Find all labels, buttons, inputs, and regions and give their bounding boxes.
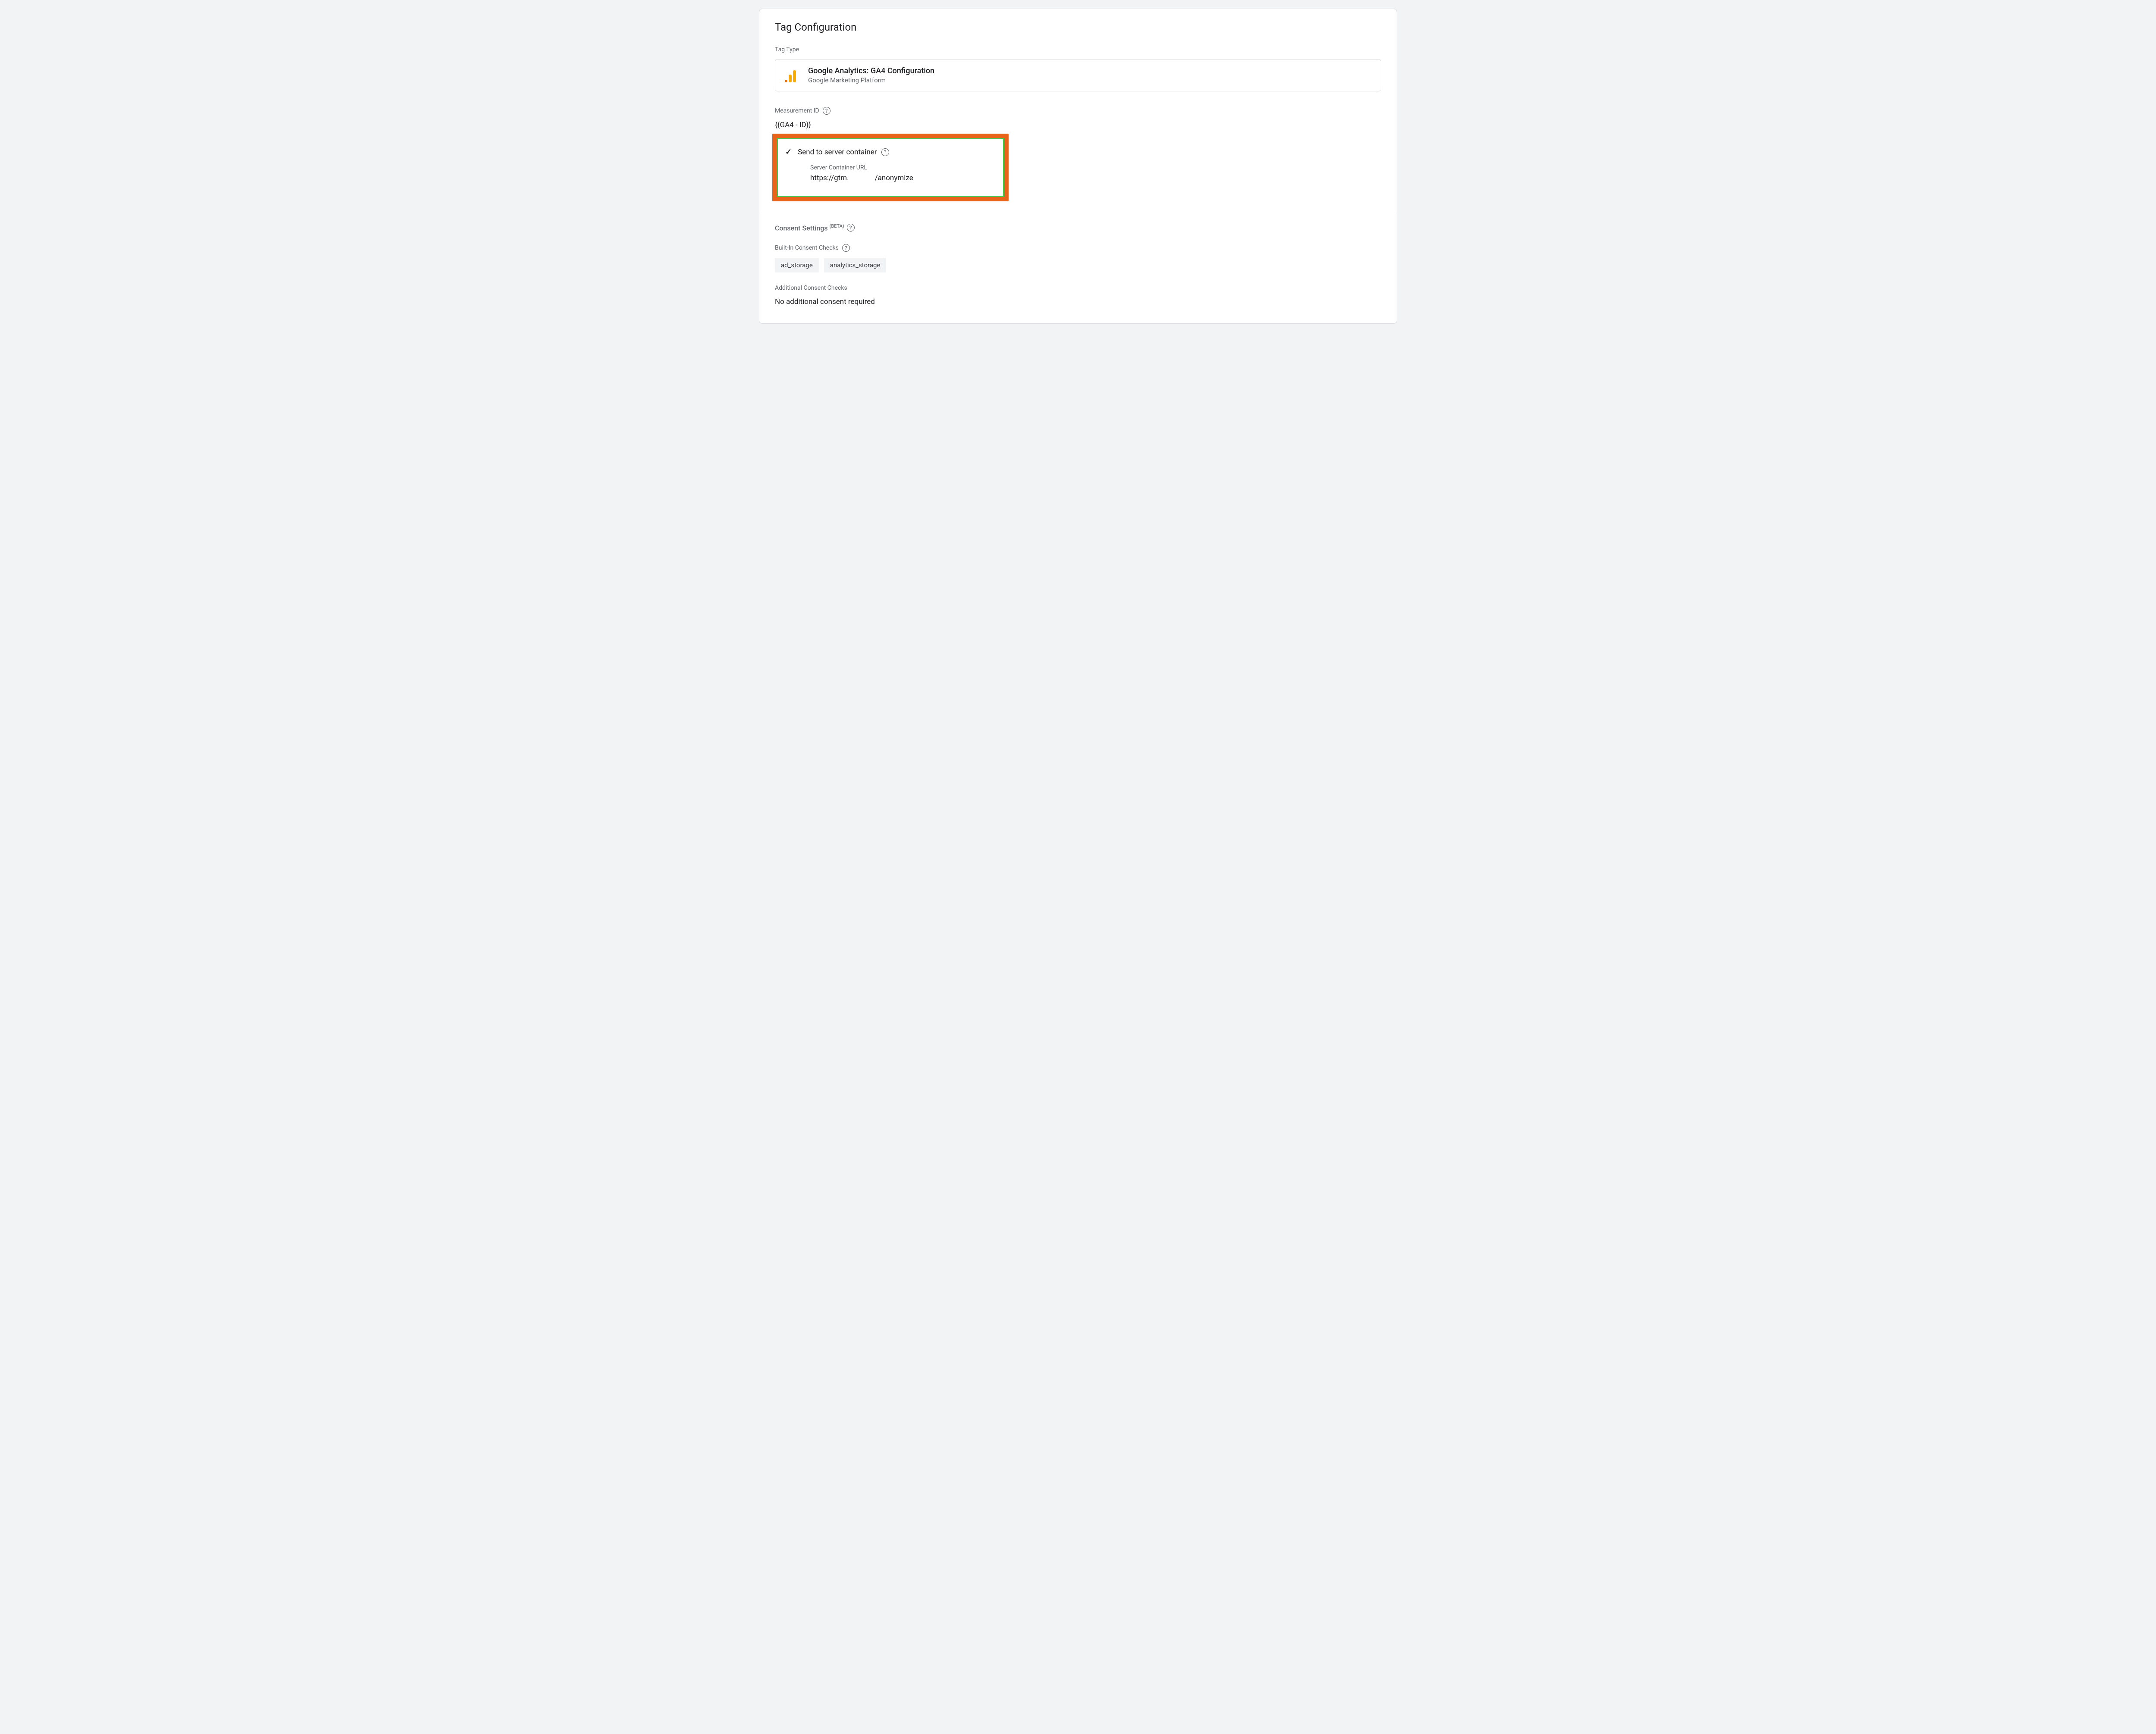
help-icon[interactable]: ? [881,148,889,156]
additional-consent-label: Additional Consent Checks [775,285,1381,291]
card-title: Tag Configuration [775,21,1381,33]
consent-chip: analytics_storage [824,258,887,272]
help-icon[interactable]: ? [823,107,830,115]
server-container-url-field: Server Container URL https://gtm./anonym… [810,164,996,182]
server-container-highlight: ✓ Send to server container ? Server Cont… [772,134,1009,201]
tag-type-text: Google Analytics: GA4 Configuration Goog… [808,66,934,84]
tag-configuration-card: Tag Configuration Tag Type Google Analyt… [759,9,1397,324]
tag-type-selector[interactable]: Google Analytics: GA4 Configuration Goog… [775,59,1381,91]
send-to-server-checkbox[interactable]: ✓ Send to server container ? [785,147,996,156]
additional-consent-value: No additional consent required [775,297,1381,306]
measurement-id-value: {{GA4 - ID}} [775,121,1381,129]
server-container-url-label: Server Container URL [810,164,996,171]
tag-type-title: Google Analytics: GA4 Configuration [808,66,934,75]
help-icon[interactable]: ? [842,244,850,252]
builtin-consent-label: Built-In Consent Checks ? [775,244,1381,252]
consent-settings-title: Consent Settings (BETA) ? [775,223,1381,232]
tag-type-label: Tag Type [775,46,1381,53]
consent-chip: ad_storage [775,258,819,272]
measurement-id-label: Measurement ID ? [775,107,1381,115]
checkmark-icon: ✓ [785,147,792,156]
builtin-consent-chips: ad_storage analytics_storage [775,258,1381,272]
send-to-server-label: Send to server container [798,148,877,156]
help-icon[interactable]: ? [847,224,855,232]
tag-type-subtitle: Google Marketing Platform [808,76,934,84]
server-container-url-value: https://gtm./anonymize [810,174,996,182]
google-analytics-icon [785,69,796,82]
